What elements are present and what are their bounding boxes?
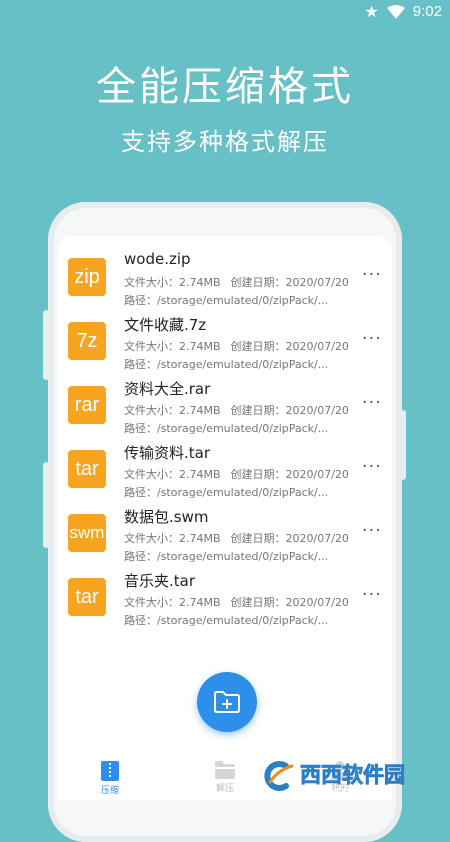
more-icon[interactable]: ··· [362,522,382,540]
tab-compress[interactable]: 压缩 [80,760,140,796]
file-meta: 文件大小：2.74MB 创建日期：2020/07/20 [124,274,349,290]
zip-file-icon [101,761,119,781]
file-type-badge: 7z [68,322,106,360]
file-size: 文件大小：2.74MB [124,532,221,545]
file-meta: 文件大小：2.74MB 创建日期：2020/07/20 [124,338,349,354]
list-item[interactable]: tar 传输资料.tar 文件大小：2.74MB 创建日期：2020/07/20 … [58,440,392,504]
folder-icon [215,761,235,779]
wifi-icon [386,5,405,19]
watermark-domain: CR173.COM [320,788,377,799]
file-path: 路径：/storage/emulated/0/zipPack/... [124,358,329,371]
file-date: 创建日期：2020/07/20 [230,596,349,609]
list-item[interactable]: 7z 文件收藏.7z 文件大小：2.74MB 创建日期：2020/07/20 路径… [58,312,392,376]
more-icon[interactable]: ··· [362,586,382,604]
more-icon[interactable]: ··· [362,458,382,476]
status-time: 9:02 [412,3,442,20]
list-item[interactable]: rar 资料大全.rar 文件大小：2.74MB 创建日期：2020/07/20 … [58,376,392,440]
file-list: zip wode.zip 文件大小：2.74MB 创建日期：2020/07/20 … [58,248,392,632]
file-name: 资料大全.rar [124,380,211,398]
more-icon[interactable]: ··· [362,394,382,412]
file-type-badge: rar [68,386,106,424]
watermark-logo: 西西软件园 CR173.COM [256,752,450,800]
file-path: 路径：/storage/emulated/0/zipPack/... [124,422,329,435]
file-date: 创建日期：2020/07/20 [230,340,349,353]
list-item[interactable]: zip wode.zip 文件大小：2.74MB 创建日期：2020/07/20 … [58,248,392,312]
file-meta: 文件大小：2.74MB 创建日期：2020/07/20 [124,594,349,610]
status-icons: ★ 9:02 [364,3,442,21]
tab-label: 解压 [215,784,234,794]
more-icon[interactable]: ··· [362,330,382,348]
file-type-badge: tar [68,450,106,488]
add-folder-button[interactable] [197,672,257,732]
file-type-badge: tar [68,578,106,616]
tab-label: 压缩 [100,786,119,796]
status-bar: ★ 9:02 [0,0,450,24]
subheadline: 支持多种格式解压 [121,128,329,156]
file-date: 创建日期：2020/07/20 [230,468,349,481]
file-size: 文件大小：2.74MB [124,340,221,353]
file-date: 创建日期：2020/07/20 [230,276,349,289]
file-size: 文件大小：2.74MB [124,276,221,289]
file-date: 创建日期：2020/07/20 [230,404,349,417]
file-size: 文件大小：2.74MB [124,596,221,609]
headline: 全能压缩格式 [96,64,354,110]
file-path: 路径：/storage/emulated/0/zipPack/... [124,486,329,499]
watermark-brand: 西西软件园 [300,763,405,787]
file-date: 创建日期：2020/07/20 [230,532,349,545]
file-path: 路径：/storage/emulated/0/zipPack/... [124,294,329,307]
file-name: 传输资料.tar [124,444,211,462]
phone-screen: zip wode.zip 文件大小：2.74MB 创建日期：2020/07/20 … [58,236,392,800]
file-path: 路径：/storage/emulated/0/zipPack/... [124,550,329,563]
file-size: 文件大小：2.74MB [124,404,221,417]
file-path: 路径：/storage/emulated/0/zipPack/... [124,614,329,627]
file-name: wode.zip [124,250,191,268]
file-meta: 文件大小：2.74MB 创建日期：2020/07/20 [124,530,349,546]
tab-extract[interactable]: 解压 [195,760,255,794]
file-name: 文件收藏.7z [124,316,207,334]
star-icon: ★ [364,2,379,21]
list-item[interactable]: tar 音乐夹.tar 文件大小：2.74MB 创建日期：2020/07/20 路… [58,568,392,632]
file-name: 音乐夹.tar [124,572,196,590]
add-folder-icon [214,691,240,713]
file-meta: 文件大小：2.74MB 创建日期：2020/07/20 [124,402,349,418]
more-icon[interactable]: ··· [362,266,382,284]
file-type-badge: zip [68,258,106,296]
list-item[interactable]: swm 数据包.swm 文件大小：2.74MB 创建日期：2020/07/20 路… [58,504,392,568]
file-name: 数据包.swm [124,508,209,526]
file-size: 文件大小：2.74MB [124,468,221,481]
file-meta: 文件大小：2.74MB 创建日期：2020/07/20 [124,466,349,482]
file-type-badge: swm [68,514,106,552]
